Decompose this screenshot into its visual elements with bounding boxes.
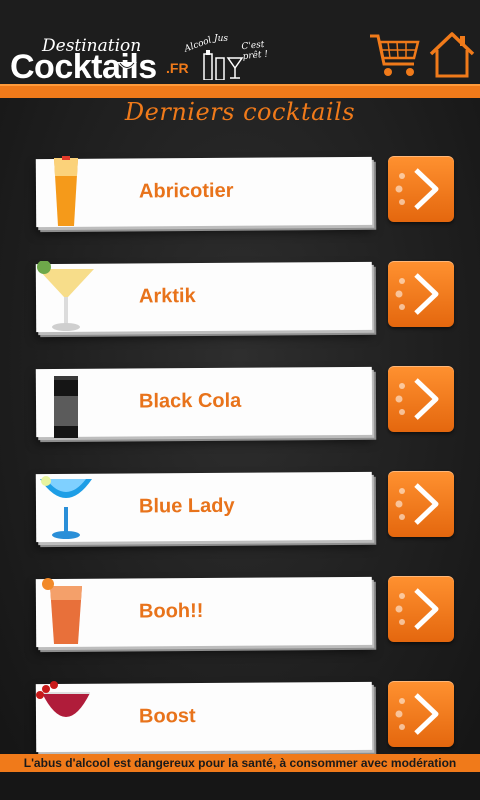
chevron-right-icon [395, 378, 439, 420]
cocktail-name: Booh!! [138, 600, 204, 623]
chevron-right-icon [395, 483, 439, 525]
cocktail-row-booh[interactable]: Booh!! [0, 570, 480, 654]
app-header: Destination Cocktails .FR Alcool Jus C'e… [0, 0, 480, 86]
go-to-black-cola-button[interactable] [388, 366, 454, 432]
shopping-cart-icon [370, 34, 420, 76]
chevron-right-icon [395, 168, 439, 210]
go-to-blue-lady-button[interactable] [388, 471, 454, 537]
destination-cocktails-logo[interactable]: Destination Cocktails [6, 30, 176, 86]
orange-tumbler-glass-icon [42, 578, 82, 644]
section-title: Derniers cocktails [124, 98, 356, 126]
chevron-right-icon [395, 588, 439, 630]
home-icon [429, 32, 475, 78]
home-button[interactable] [428, 30, 476, 80]
cocktail-name: Black Cola [138, 389, 242, 413]
blue-coupe-glass-icon [40, 476, 92, 539]
header-stripe [0, 84, 480, 98]
go-to-arktik-button[interactable] [388, 261, 454, 327]
go-to-booh-button[interactable] [388, 576, 454, 642]
cocktail-name: Blue Lady [138, 494, 235, 518]
cart-button[interactable] [368, 30, 422, 80]
dark-highball-glass-icon [54, 376, 78, 438]
cocktail-row-arktik[interactable]: Arktik [0, 255, 480, 339]
tall-orange-glass-icon [54, 156, 78, 226]
chevron-right-icon [395, 273, 439, 315]
bottom-bar [0, 772, 480, 800]
cocktail-row-blue-lady[interactable]: Blue Lady [0, 465, 480, 549]
bottles-glass-icon [203, 50, 244, 80]
cocktail-name: Arktik [138, 285, 196, 308]
go-to-boost-button[interactable] [388, 681, 454, 747]
cocktail-row-boost[interactable]: Boost [0, 675, 480, 759]
cocktail-row-black-cola[interactable]: Black Cola [0, 360, 480, 444]
cocktail-name: Boost [138, 705, 196, 728]
lime-slice-icon [117, 62, 137, 69]
cocktail-name: Abricotier [138, 179, 234, 203]
tag-jus: Jus [214, 34, 229, 44]
martini-glass-icon [37, 261, 94, 331]
cocktail-row-abricotier[interactable]: Abricotier [0, 150, 480, 234]
logo-tagline: Alcool Jus C'est prêt ! [183, 32, 284, 80]
red-cocktail-glass-icon [36, 681, 90, 717]
chevron-right-icon [395, 693, 439, 735]
go-to-abricotier-button[interactable] [388, 156, 454, 222]
alcohol-warning-banner: L'abus d'alcool est dangereux pour la sa… [0, 754, 480, 772]
